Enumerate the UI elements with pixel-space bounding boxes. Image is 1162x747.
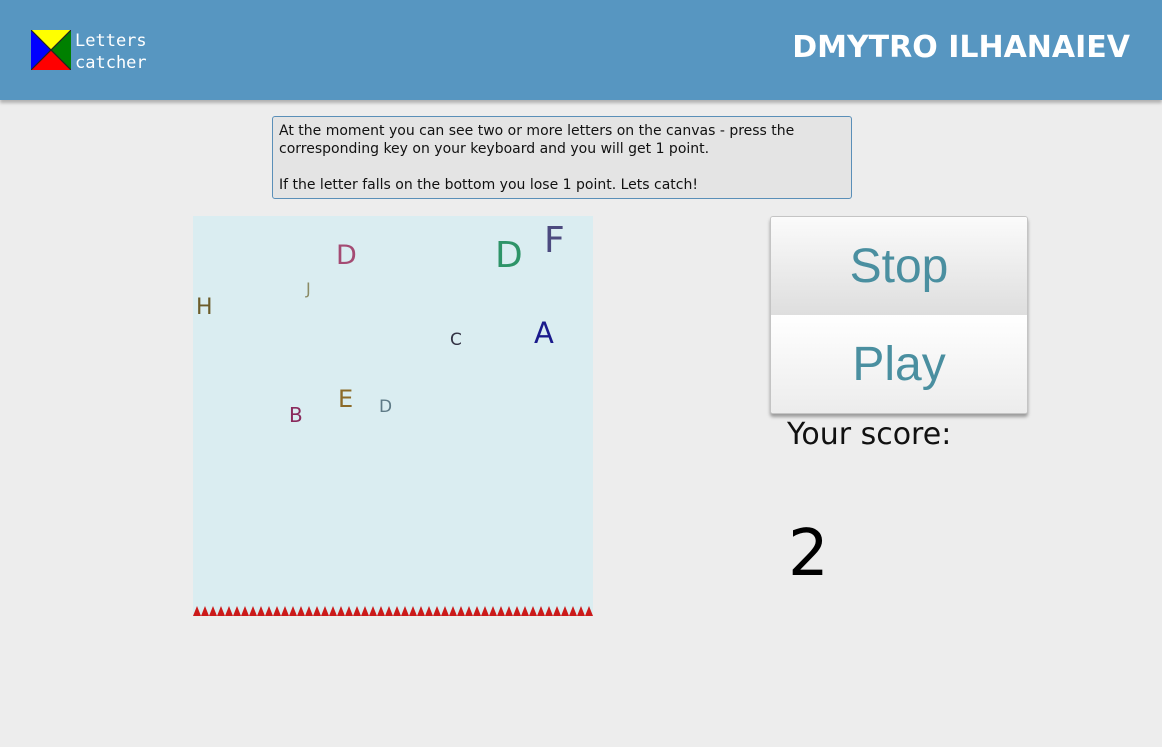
spike	[361, 606, 369, 616]
score-value: 2	[788, 517, 829, 591]
spike	[273, 606, 281, 616]
spike	[553, 606, 561, 616]
spike	[481, 606, 489, 616]
spike	[521, 606, 529, 616]
spike	[329, 606, 337, 616]
spike	[193, 606, 201, 616]
spike	[417, 606, 425, 616]
spike	[281, 606, 289, 616]
spike	[345, 606, 353, 616]
spike	[465, 606, 473, 616]
spike	[249, 606, 257, 616]
spike	[313, 606, 321, 616]
game-canvas[interactable]: D D F J H C A E D B	[193, 216, 593, 616]
instructions-text-1: At the moment you can see two or more le…	[279, 123, 795, 157]
app-header: Letters catcher DMYTRO ILHANAIEV	[0, 0, 1162, 100]
spike	[545, 606, 553, 616]
spike	[409, 606, 417, 616]
spike	[489, 606, 497, 616]
spike	[305, 606, 313, 616]
falling-letter: B	[289, 403, 303, 427]
spike	[569, 606, 577, 616]
spike	[585, 606, 593, 616]
spike	[449, 606, 457, 616]
spike	[265, 606, 273, 616]
instructions-box: At the moment you can see two or more le…	[272, 116, 852, 199]
spike	[441, 606, 449, 616]
spike	[425, 606, 433, 616]
falling-letter: F	[544, 220, 565, 261]
spike	[401, 606, 409, 616]
spike	[337, 606, 345, 616]
falling-letter: D	[379, 397, 393, 417]
spike	[473, 606, 481, 616]
app-logo-text: Letters catcher	[75, 31, 147, 73]
spike	[209, 606, 217, 616]
falling-letter: C	[450, 330, 462, 350]
falling-letter: E	[338, 385, 354, 413]
spike	[577, 606, 585, 616]
spike	[433, 606, 441, 616]
score-label: Your score:	[787, 417, 952, 452]
spike-floor	[193, 606, 593, 616]
spike	[225, 606, 233, 616]
spike	[457, 606, 465, 616]
falling-letter: D	[336, 240, 357, 271]
spike	[385, 606, 393, 616]
spike	[369, 606, 377, 616]
spike	[497, 606, 505, 616]
falling-letter: J	[306, 279, 311, 298]
spike	[297, 606, 305, 616]
logo-icon	[31, 30, 71, 70]
spike	[201, 606, 209, 616]
spike	[393, 606, 401, 616]
author-name: DMYTRO ILHANAIEV	[792, 30, 1130, 65]
spike	[233, 606, 241, 616]
spike	[537, 606, 545, 616]
spike	[257, 606, 265, 616]
play-button[interactable]: Play	[771, 315, 1027, 413]
spike	[241, 606, 249, 616]
instructions-text-2: If the letter falls on the bottom you lo…	[279, 177, 698, 193]
control-panel: Stop Play	[770, 216, 1028, 414]
spike	[377, 606, 385, 616]
falling-letter: A	[534, 316, 554, 350]
falling-letter: H	[196, 295, 213, 320]
spike	[289, 606, 297, 616]
spike	[561, 606, 569, 616]
spike	[505, 606, 513, 616]
spike	[353, 606, 361, 616]
spike	[513, 606, 521, 616]
spike	[217, 606, 225, 616]
spike	[321, 606, 329, 616]
spike	[529, 606, 537, 616]
stop-button[interactable]: Stop	[771, 217, 1027, 315]
falling-letter: D	[495, 235, 523, 276]
